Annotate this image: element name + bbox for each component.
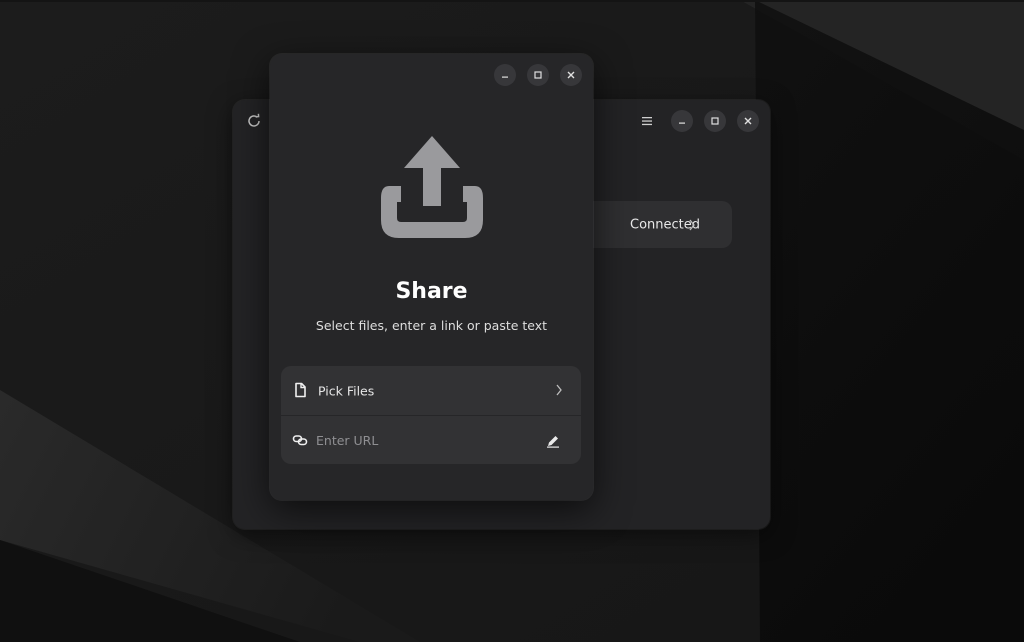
pick-files-row[interactable]: Pick Files bbox=[281, 366, 581, 415]
share-title: Share bbox=[395, 279, 468, 304]
share-close-button[interactable] bbox=[560, 64, 582, 86]
connection-status-row[interactable]: Connected bbox=[573, 201, 732, 248]
pick-files-label: Pick Files bbox=[318, 383, 375, 398]
share-dialog[interactable]: Share Select files, enter a link or past… bbox=[270, 54, 593, 500]
refresh-button[interactable] bbox=[241, 108, 267, 134]
close-icon bbox=[744, 117, 752, 125]
file-icon bbox=[295, 382, 306, 398]
maximize-icon bbox=[534, 71, 542, 79]
minimize-icon bbox=[502, 76, 508, 78]
url-input[interactable] bbox=[316, 428, 536, 452]
minimize-icon bbox=[679, 122, 685, 124]
url-edit-button[interactable] bbox=[543, 431, 563, 451]
maximize-icon bbox=[711, 117, 719, 125]
share-maximize-button[interactable] bbox=[527, 64, 549, 86]
back-close-button[interactable] bbox=[737, 110, 759, 132]
edit-pencil-icon bbox=[547, 436, 559, 448]
chevron-right-icon bbox=[689, 219, 695, 231]
top-bar-edge bbox=[0, 0, 1024, 2]
back-maximize-button[interactable] bbox=[704, 110, 726, 132]
share-minimize-button[interactable] bbox=[494, 64, 516, 86]
share-upload-icon bbox=[381, 136, 483, 238]
back-minimize-button[interactable] bbox=[671, 110, 693, 132]
close-icon bbox=[567, 71, 575, 79]
hamburger-menu-icon bbox=[642, 117, 652, 126]
main-menu-button[interactable] bbox=[634, 108, 660, 134]
refresh-icon bbox=[248, 113, 260, 127]
chevron-right-icon bbox=[556, 384, 562, 396]
enter-url-row bbox=[281, 415, 581, 464]
share-subtitle: Select files, enter a link or paste text bbox=[315, 318, 548, 333]
share-options-list: Pick Files bbox=[281, 366, 581, 464]
link-icon bbox=[292, 435, 308, 446]
